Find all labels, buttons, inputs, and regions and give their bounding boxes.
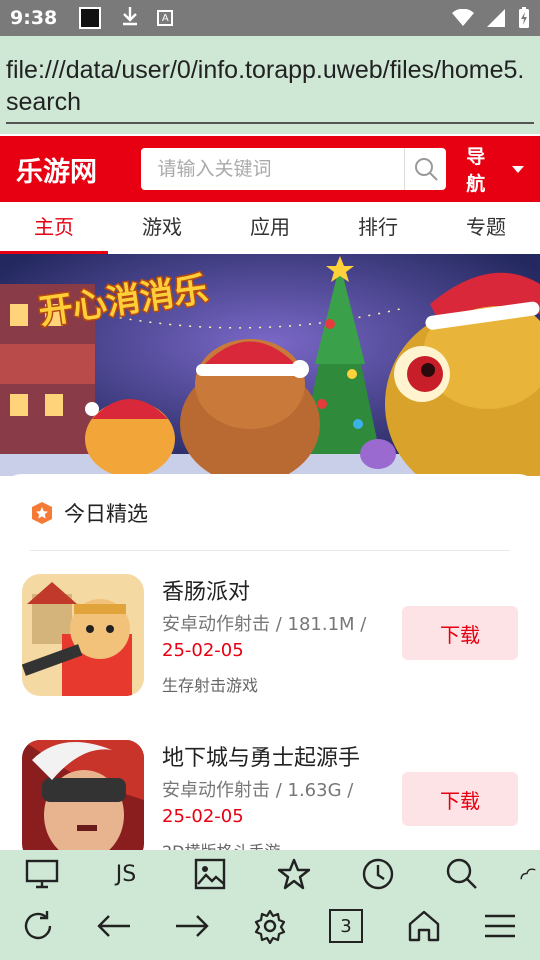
tabs-button[interactable]: 3 [324,904,368,948]
download-button[interactable]: 下载 [402,772,518,826]
section-header: 今日精选 [30,498,148,528]
browser-toolbar: JS 3 [0,850,540,960]
search-button[interactable] [404,148,446,190]
app-notification-icon: A [157,10,174,26]
app-icon-dnf-origin[interactable] [22,740,144,854]
tab-apps[interactable]: 应用 [216,202,324,254]
app-name[interactable]: 地下城与勇士起源手 [162,740,360,772]
search-icon [414,158,438,181]
refresh-icon[interactable] [16,904,60,948]
app-item[interactable]: 地下城与勇士起源手 安卓动作射击 / 1.63G / 25-02-05 2D横版… [22,740,522,854]
toolbar-row-top: JS [0,852,540,904]
promo-banner[interactable]: 开心消消乐 [0,254,540,476]
search-box [141,148,447,190]
app-description: 生存射击游戏 [162,676,259,695]
tab-games[interactable]: 游戏 [108,202,216,254]
category-tabs: 主页 游戏 应用 排行 专题 [0,202,540,254]
forward-icon[interactable] [170,904,214,948]
site-logo[interactable]: 乐游网 [16,150,141,189]
app-item[interactable]: 香肠派对 安卓动作射击 / 181.1M / 25-02-05 生存射击游戏 下… [22,574,522,714]
menu-icon[interactable] [478,904,522,948]
notification-icon [79,7,102,29]
search-icon[interactable] [440,852,484,896]
banner-image: 开心消消乐 [0,254,540,476]
status-time: 9:38 [10,7,58,29]
chevron-down-icon [512,165,524,173]
url-text[interactable]: file:///data/user/0/info.torapp.uweb/fil… [6,54,534,124]
search-input[interactable] [141,148,405,190]
nav-label: 导航 [466,146,486,195]
app-category-size: 安卓动作射击 / 1.63G / [162,780,354,801]
signal-icon [487,9,505,27]
nav-menu-button[interactable]: 导航 [466,142,524,196]
download-button[interactable]: 下载 [402,606,518,660]
app-category-size: 安卓动作射击 / 181.1M / [162,614,367,635]
app-meta: 安卓动作射击 / 181.1M / 25-02-05 [162,612,384,664]
history-icon[interactable] [356,852,400,896]
back-icon[interactable] [92,904,136,948]
tab-ranking[interactable]: 排行 [324,202,432,254]
status-bar: 9:38 A [0,0,540,36]
star-badge-icon [32,502,52,524]
tab-home[interactable]: 主页 [0,202,108,254]
toolbar-row-bottom: 3 [0,904,540,956]
download-icon [121,6,139,31]
section-title: 今日精选 [64,502,148,526]
app-name[interactable]: 香肠派对 [162,574,250,606]
js-toggle-button[interactable]: JS [104,852,148,896]
app-date: 25-02-05 [162,640,244,661]
section-divider [30,550,510,551]
settings-icon[interactable] [248,904,292,948]
star-icon[interactable] [272,852,316,896]
desktop-icon[interactable] [20,852,64,896]
image-icon[interactable] [188,852,232,896]
wifi-icon [452,9,474,26]
tab-topics[interactable]: 专题 [432,202,540,254]
app-icon-sausage-party[interactable] [22,574,144,696]
battery-icon [519,7,529,28]
cloud-icon[interactable] [520,852,540,896]
url-bar[interactable]: file:///data/user/0/info.torapp.uweb/fil… [0,36,540,134]
app-meta: 安卓动作射击 / 1.63G / 25-02-05 [162,778,384,830]
site-header: 乐游网 导航 [0,136,540,202]
app-date: 25-02-05 [162,806,244,827]
home-icon[interactable] [402,904,446,948]
tab-count: 3 [340,915,352,937]
content-panel: 今日精选 香肠派对 安卓动作射击 / 181.1M / 25-02-05 生存射… [0,474,540,854]
